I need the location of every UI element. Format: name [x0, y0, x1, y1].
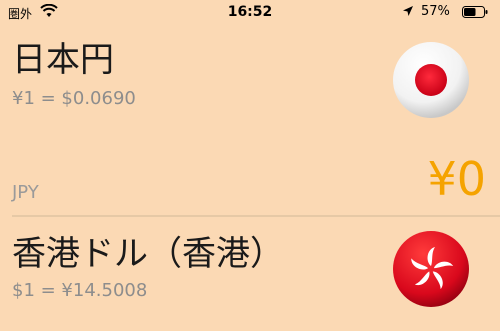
exchange-rate: ¥1 = $0.0690 [12, 88, 136, 109]
location-arrow-icon [403, 6, 413, 16]
amount-display[interactable]: ¥0 [427, 152, 486, 206]
row-divider [12, 215, 500, 217]
battery-percent: 57% [421, 4, 450, 19]
currency-code: JPY [12, 182, 39, 203]
currency-name: 日本円 [12, 40, 114, 80]
currency-row-hkd[interactable]: 香港ドル（香港） $1 = ¥14.5008 [0, 218, 500, 331]
japan-flag-icon[interactable] [392, 41, 470, 119]
currency-row-jpy[interactable]: 日本円 ¥1 = $0.0690 JPY ¥0 [0, 28, 500, 218]
battery-icon [462, 6, 488, 18]
currency-name: 香港ドル（香港） [12, 234, 284, 274]
status-bar: 圏外 16:52 57% [0, 0, 500, 28]
hong-kong-flag-icon[interactable] [392, 230, 470, 308]
exchange-rate: $1 = ¥14.5008 [12, 280, 148, 301]
